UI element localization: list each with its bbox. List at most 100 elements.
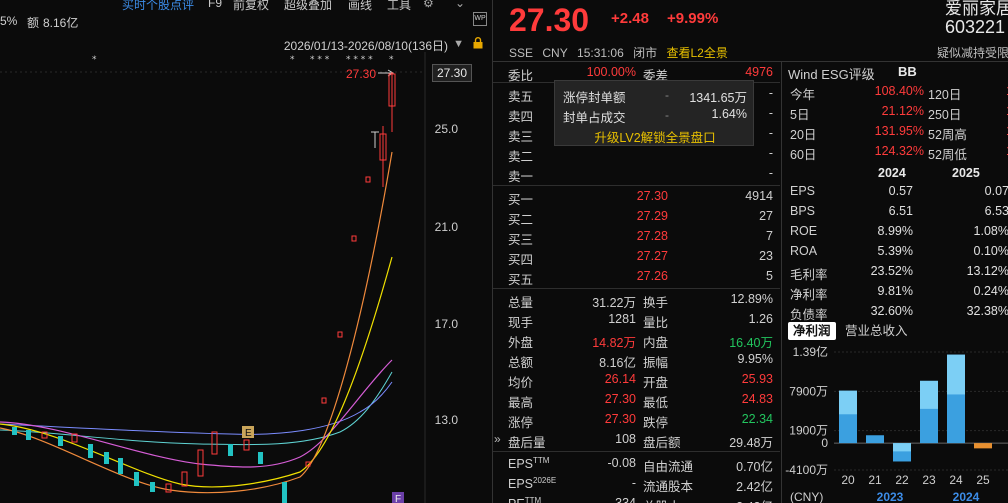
- ma-line-purple: [0, 359, 393, 468]
- ask-row[interactable]: 卖二 -: [493, 143, 780, 164]
- candles: [12, 72, 396, 503]
- financial-row: EPS 0.57 0.07: [790, 184, 1008, 198]
- popup-row-value: 1341.65万: [689, 91, 747, 105]
- bid-row[interactable]: 买一 27.30 4914: [493, 186, 780, 207]
- esg-grade: BB: [898, 64, 917, 79]
- svg-text:* * *: * * *: [310, 55, 330, 65]
- popup-row-label: 涨停封单额: [563, 91, 626, 105]
- toolbar-review-link[interactable]: 买时个股点评: [122, 0, 194, 13]
- y-axis-label-13: 13.0: [434, 413, 458, 427]
- fin-year: 2025: [952, 166, 980, 180]
- exchange: SSE: [509, 46, 534, 60]
- toolbar-adjust-button[interactable]: 前复权: [233, 0, 269, 13]
- performance-row: 5日 21.12% 250日 1: [790, 104, 1008, 122]
- triangle-down-icon[interactable]: ▼: [453, 38, 464, 50]
- last-price: 27.30: [509, 2, 590, 38]
- financial-row: ROE 8.99% 1.08%: [790, 224, 1008, 238]
- toolbar-tools-button[interactable]: 工具: [387, 0, 411, 13]
- financial-row: 毛利率 23.52% 13.12%: [790, 264, 1008, 282]
- stat-row: 涨停 27.30 跌停 22.34: [508, 412, 773, 430]
- current-price-tag: 27.30: [432, 64, 472, 82]
- profit-bar-segment: [839, 390, 857, 415]
- financial-row: BPS 6.51 6.53: [790, 204, 1008, 218]
- stat-row: 均价 26.14 开盘 25.93: [508, 372, 773, 390]
- bar-y-tick: 1.39亿: [793, 344, 828, 359]
- order-ratio-row: 委比 100.00% 委差 4976: [508, 65, 773, 83]
- svg-text:*: *: [389, 55, 394, 65]
- profit-bar-chart[interactable]: 1.39亿7900万1900万0-4100万20 21 22 23 24 25(CNY) 2…: [782, 344, 1008, 503]
- stat-row: 最高 27.30 最低 24.83: [508, 392, 773, 410]
- bid-row[interactable]: 买二 27.29 27: [493, 206, 780, 227]
- y-axis-label-17: 17.0: [434, 317, 458, 331]
- tab-revenue[interactable]: 营业总收入: [840, 322, 913, 340]
- performance-row: 60日 124.32% 52周低 1: [790, 144, 1008, 162]
- lock-icon[interactable]: [472, 37, 484, 49]
- ma-line-cyan: [0, 371, 393, 446]
- signal-stars: * * * * * * * * * *: [92, 55, 394, 65]
- stat-row: 现手 1281 量比 1.26: [508, 312, 773, 330]
- popup-row-label: 封单占成交: [563, 111, 626, 125]
- turnover-pct: 5%: [0, 14, 18, 28]
- toolbar-f9-button[interactable]: F9: [208, 0, 222, 10]
- limit-up-popup: 涨停封单额 - 1341.65万 封单占成交 - 1.64% 升级LV2解锁全景…: [554, 80, 754, 146]
- bar-year-label: 2024: [953, 490, 980, 503]
- bar-x-label: 24: [949, 473, 963, 487]
- bid-row[interactable]: 买五 27.26 5: [493, 266, 780, 287]
- bar-y-tick: 0: [821, 436, 828, 450]
- financial-row: 负债率 32.60% 32.38%: [790, 304, 1008, 322]
- profit-bar: [974, 443, 992, 449]
- stat-row: 盘后量 108 盘后额 29.48万: [508, 432, 773, 450]
- quote-time: 15:31:06: [577, 46, 624, 60]
- kline-chart-area[interactable]: 买时个股点评 F9 前复权 超级叠加 画线 工具 ⚙ ⌄ 5% 额 8.16亿 …: [0, 0, 492, 503]
- marker-e: E: [245, 428, 252, 439]
- profit-bar-segment: [920, 380, 938, 409]
- bar-y-tick: 7900万: [789, 384, 828, 398]
- stat-row: 总量 31.22万 换手 12.89%: [508, 292, 773, 310]
- tab-net-profit[interactable]: 净利润: [788, 322, 836, 340]
- l2-view-link[interactable]: 查看L2全景: [666, 46, 727, 60]
- market-status: 闭市: [633, 46, 658, 60]
- marker-f: F: [395, 494, 401, 503]
- stat-row: EPS2026E - 流通股本 2.42亿: [508, 476, 773, 494]
- y-axis-label-21: 21.0: [434, 220, 458, 234]
- currency: CNY: [542, 46, 568, 60]
- price-change-pct: +9.99%: [667, 10, 719, 27]
- amount-label: 额: [27, 16, 40, 30]
- stock-terminal: 买时个股点评 F9 前复权 超级叠加 画线 工具 ⚙ ⌄ 5% 额 8.16亿 …: [0, 0, 1008, 503]
- stat-row: EPSTTM -0.08 自由流通 0.70亿: [508, 456, 773, 474]
- fin-year: 2024: [878, 166, 906, 180]
- toolbar-draw-button[interactable]: 画线: [348, 0, 372, 13]
- quote-header: 27.30 +2.48 +9.99% 爱丽家居 603221 SSE CNY 1…: [493, 0, 1008, 62]
- quote-sub-info: SSE CNY 15:31:06 闭市 查看L2全景: [509, 44, 734, 61]
- chart-tabs: 净利润 营业总收入: [782, 320, 1008, 342]
- performance-row: 20日 131.95% 52周高 1: [790, 124, 1008, 142]
- bid-row[interactable]: 买三 27.28 7: [493, 226, 780, 247]
- kline-svg[interactable]: * * * * * * * * * * 27.30 E F: [0, 52, 492, 503]
- financial-years-header: 2024 2025: [782, 164, 1008, 182]
- bar-x-label: 22: [895, 473, 909, 487]
- profit-bar-segment: [947, 354, 965, 395]
- fundamentals-panel: Wind ESG评级 BB 今年 108.40% 120日 1 5日 21.12…: [781, 62, 1008, 503]
- upgrade-lv2-link[interactable]: 升级LV2解锁全景盘口: [555, 127, 755, 146]
- profit-bar-segment: [893, 443, 911, 452]
- ask-row[interactable]: 卖一 -: [493, 163, 780, 184]
- wp-icon[interactable]: WP: [473, 12, 487, 26]
- chevron-down-icon[interactable]: ⌄: [455, 0, 465, 10]
- bar-x-label: 21: [868, 473, 882, 487]
- high-annotation: 27.30: [346, 67, 376, 81]
- bar-x-label: 20: [841, 473, 855, 487]
- chart-toolbar: 买时个股点评 F9 前复权 超级叠加 画线 工具 ⚙ ⌄: [0, 0, 492, 12]
- esg-title: Wind ESG评级: [788, 67, 875, 82]
- bar-y-tick: -4100万: [785, 463, 828, 477]
- bar-x-label: 25: [976, 473, 990, 487]
- stat-row: PETTM -334 总股本 2.42亿: [508, 496, 773, 503]
- bar-unit-label: (CNY): [790, 490, 823, 503]
- bid-row[interactable]: 买四 27.27 23: [493, 246, 780, 267]
- settings-gear-icon[interactable]: ⚙: [423, 0, 434, 10]
- stat-row: 外盘 14.82万 内盘 16.40万: [508, 336, 773, 350]
- profit-bar: [866, 435, 884, 444]
- svg-text:* * * *: * * * *: [346, 55, 373, 65]
- popup-row-value: 1.64%: [711, 107, 747, 121]
- toolbar-overlay-button[interactable]: 超级叠加: [284, 0, 332, 13]
- performance-row: 今年 108.40% 120日 1: [790, 84, 1008, 102]
